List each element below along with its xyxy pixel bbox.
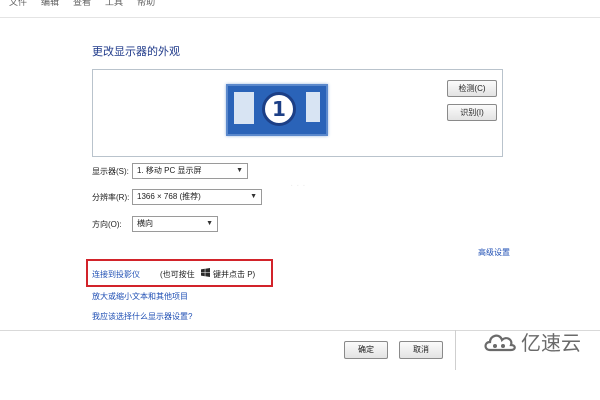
display-select[interactable]: 1. 移动 PC 显示屏 ▼ bbox=[132, 163, 248, 179]
orientation-label: 方向(O): bbox=[92, 220, 122, 229]
resolution-select[interactable]: 1366 × 768 (推荐) ▼ bbox=[132, 189, 262, 205]
detect-button[interactable]: 检测(C) bbox=[447, 80, 497, 97]
monitor-window-right bbox=[306, 92, 320, 122]
windows-key-icon bbox=[201, 268, 210, 279]
window-edge bbox=[455, 330, 456, 370]
page-title: 更改显示器的外观 bbox=[92, 46, 180, 58]
chevron-down-icon: ▼ bbox=[250, 193, 257, 200]
display-label: 显示器(S): bbox=[92, 167, 129, 176]
menu-tools[interactable]: 工具 bbox=[98, 0, 130, 9]
monitor-window-left bbox=[234, 92, 254, 124]
monitor-thumbnail[interactable]: 1 bbox=[226, 84, 328, 136]
display-preview: 1 bbox=[92, 69, 503, 157]
text-size-link[interactable]: 放大或缩小文本和其他项目 bbox=[92, 291, 188, 302]
ok-button[interactable]: 确定 bbox=[344, 341, 388, 359]
brand-text: 亿速云 bbox=[521, 331, 581, 355]
which-settings-link[interactable]: 我应该选择什么显示器设置? bbox=[92, 311, 192, 322]
resolution-select-value: 1366 × 768 (推荐) bbox=[137, 192, 201, 201]
faint-watermark: · · · bbox=[290, 180, 306, 191]
chevron-down-icon: ▼ bbox=[206, 220, 213, 227]
menu-help[interactable]: 帮助 bbox=[130, 0, 162, 9]
menu-bar: 文件 编辑 查看 工具 帮助 bbox=[0, 0, 600, 18]
monitor-number-badge: 1 bbox=[262, 92, 296, 126]
identify-button[interactable]: 识别(I) bbox=[447, 104, 497, 121]
orientation-select[interactable]: 横向 ▼ bbox=[132, 216, 218, 232]
menu-file[interactable]: 文件 bbox=[2, 0, 34, 9]
projector-hint-suffix: 键并点击 P) bbox=[213, 270, 256, 279]
display-select-value: 1. 移动 PC 显示屏 bbox=[137, 166, 202, 175]
menu-view[interactable]: 查看 bbox=[66, 0, 98, 9]
menu-edit[interactable]: 编辑 bbox=[34, 0, 66, 9]
resolution-label: 分辨率(R): bbox=[92, 193, 130, 202]
advanced-settings-link[interactable]: 高级设置 bbox=[478, 247, 510, 258]
cloud-logo-icon bbox=[484, 334, 516, 351]
chevron-down-icon: ▼ bbox=[236, 167, 243, 174]
connect-projector-link[interactable]: 连接到投影仪 bbox=[92, 269, 140, 280]
brand-logo: 亿速云 bbox=[482, 327, 581, 356]
orientation-select-value: 横向 bbox=[137, 219, 153, 228]
projector-hint-prefix: (也可按住 bbox=[160, 270, 195, 279]
cancel-button[interactable]: 取消 bbox=[399, 341, 443, 359]
